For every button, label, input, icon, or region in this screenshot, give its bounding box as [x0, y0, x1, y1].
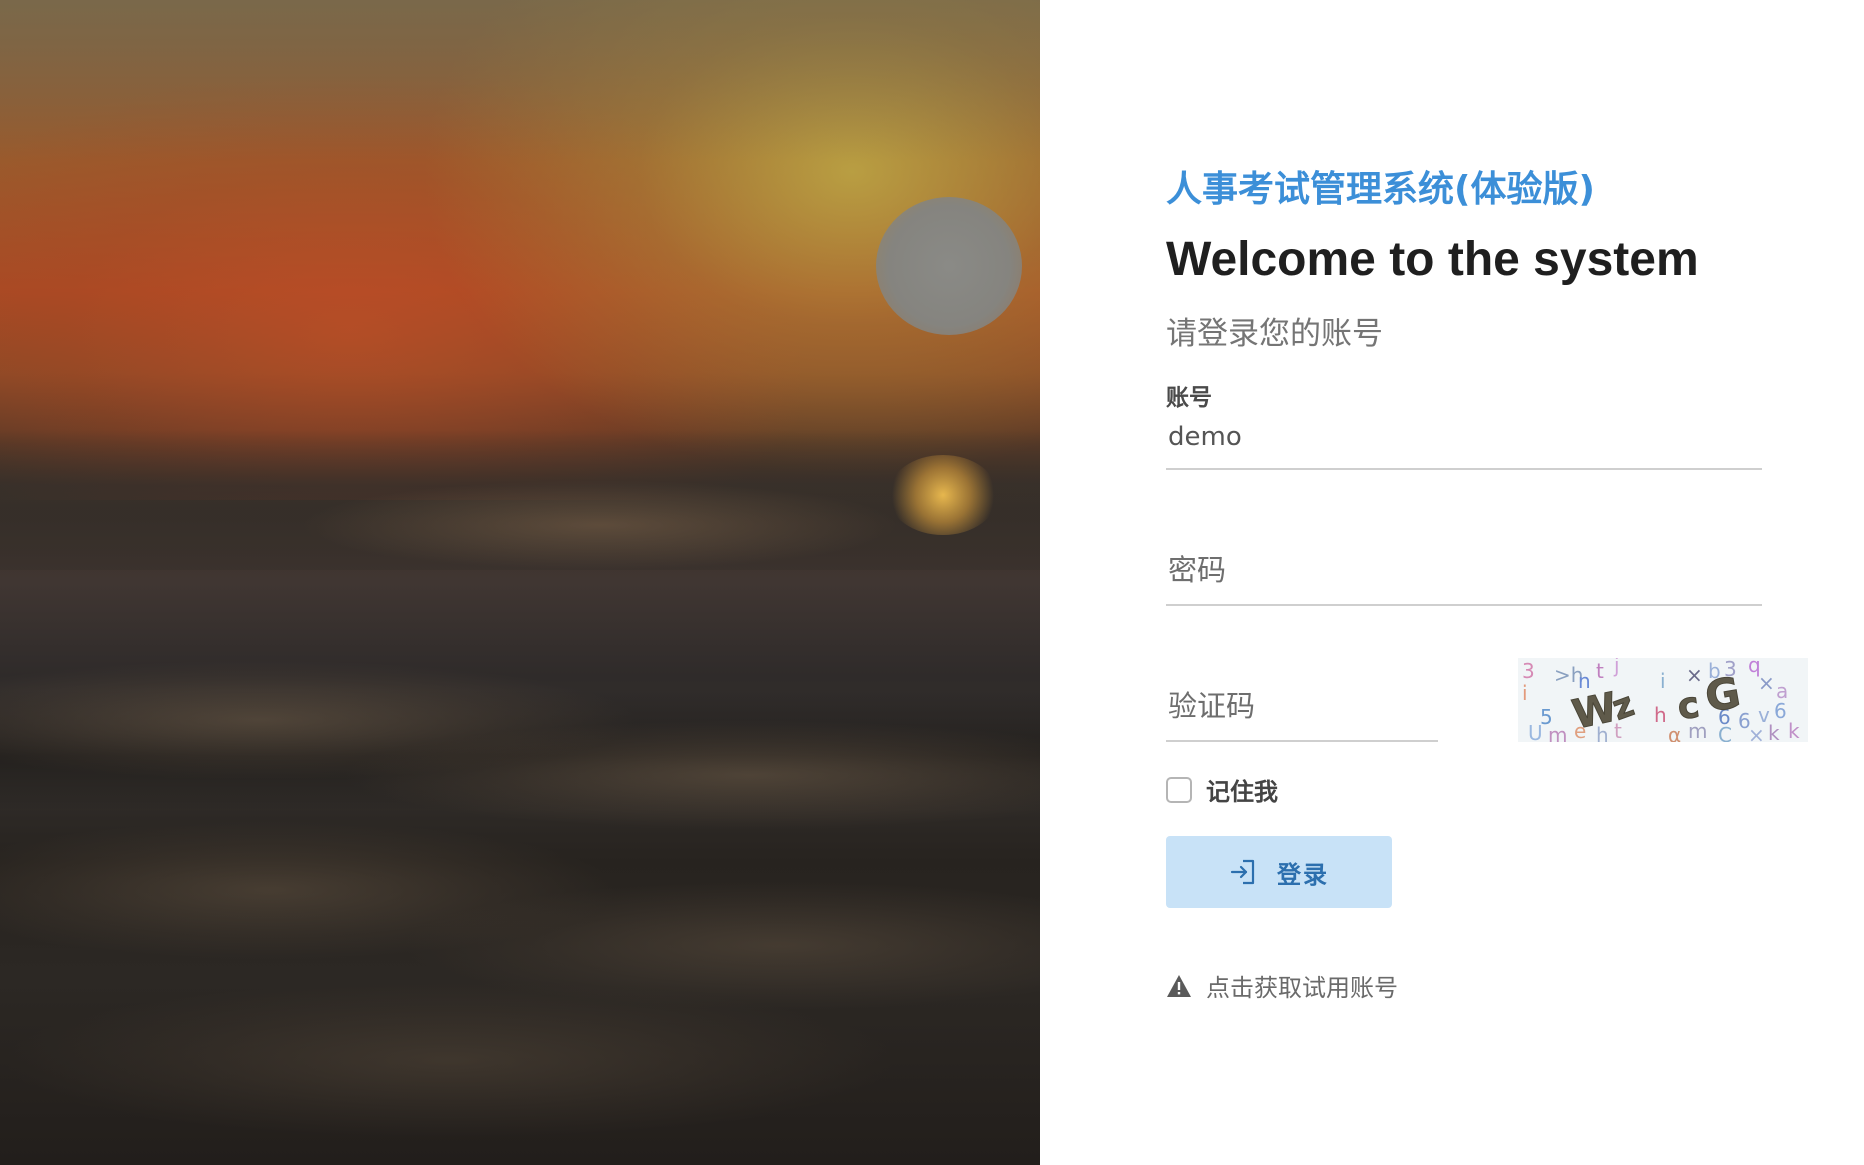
captcha-input[interactable] [1166, 676, 1438, 740]
remember-me[interactable]: 记住我 [1166, 772, 1278, 807]
svg-text:i: i [1660, 669, 1666, 693]
system-title: 人事考试管理系统(体验版) [1166, 169, 1595, 210]
account-field [1166, 406, 1762, 470]
svg-text:k: k [1788, 719, 1800, 742]
login-subtitle: 请登录您的账号 [1166, 316, 1383, 352]
svg-text:×: × [1748, 723, 1765, 742]
login-icon [1230, 859, 1255, 885]
svg-text:6: 6 [1774, 699, 1787, 723]
background-photo [0, 0, 1040, 1165]
svg-text:α: α [1668, 723, 1681, 742]
svg-text:j: j [1613, 658, 1620, 677]
svg-text:i: i [1522, 681, 1528, 705]
login-page: 人事考试管理系统(体验版) Welcome to the system 请登录您… [0, 0, 1864, 1165]
account-input[interactable] [1166, 406, 1762, 468]
password-input[interactable] [1166, 540, 1762, 604]
warning-icon [1167, 974, 1191, 997]
password-field [1166, 540, 1762, 606]
remember-label: 记住我 [1206, 778, 1278, 806]
login-button[interactable]: 登录 [1166, 836, 1392, 908]
svg-text:3: 3 [1522, 659, 1535, 683]
remember-checkbox[interactable] [1166, 776, 1192, 803]
svg-text:C: C [1718, 723, 1732, 742]
trial-account-label: 点击获取试用账号 [1206, 974, 1398, 1002]
svg-text:h: h [1654, 703, 1667, 727]
login-button-label: 登录 [1277, 861, 1329, 889]
trial-account-link[interactable]: 点击获取试用账号 [1166, 968, 1398, 1003]
welcome-heading: Welcome to the system [1166, 233, 1699, 286]
login-panel: 人事考试管理系统(体验版) Welcome to the system 请登录您… [1040, 0, 1864, 1165]
svg-text:k: k [1768, 721, 1780, 742]
captcha-image[interactable]: 3 i 5 >h n t j U m e h t h i × b 3 q × a… [1518, 658, 1808, 742]
svg-text:×: × [1686, 663, 1703, 687]
svg-text:×: × [1758, 671, 1775, 695]
svg-text:U: U [1528, 721, 1543, 742]
sun-shape [876, 197, 1022, 335]
svg-text:m: m [1548, 723, 1567, 742]
svg-text:t: t [1596, 659, 1604, 683]
captcha-field [1166, 676, 1438, 742]
